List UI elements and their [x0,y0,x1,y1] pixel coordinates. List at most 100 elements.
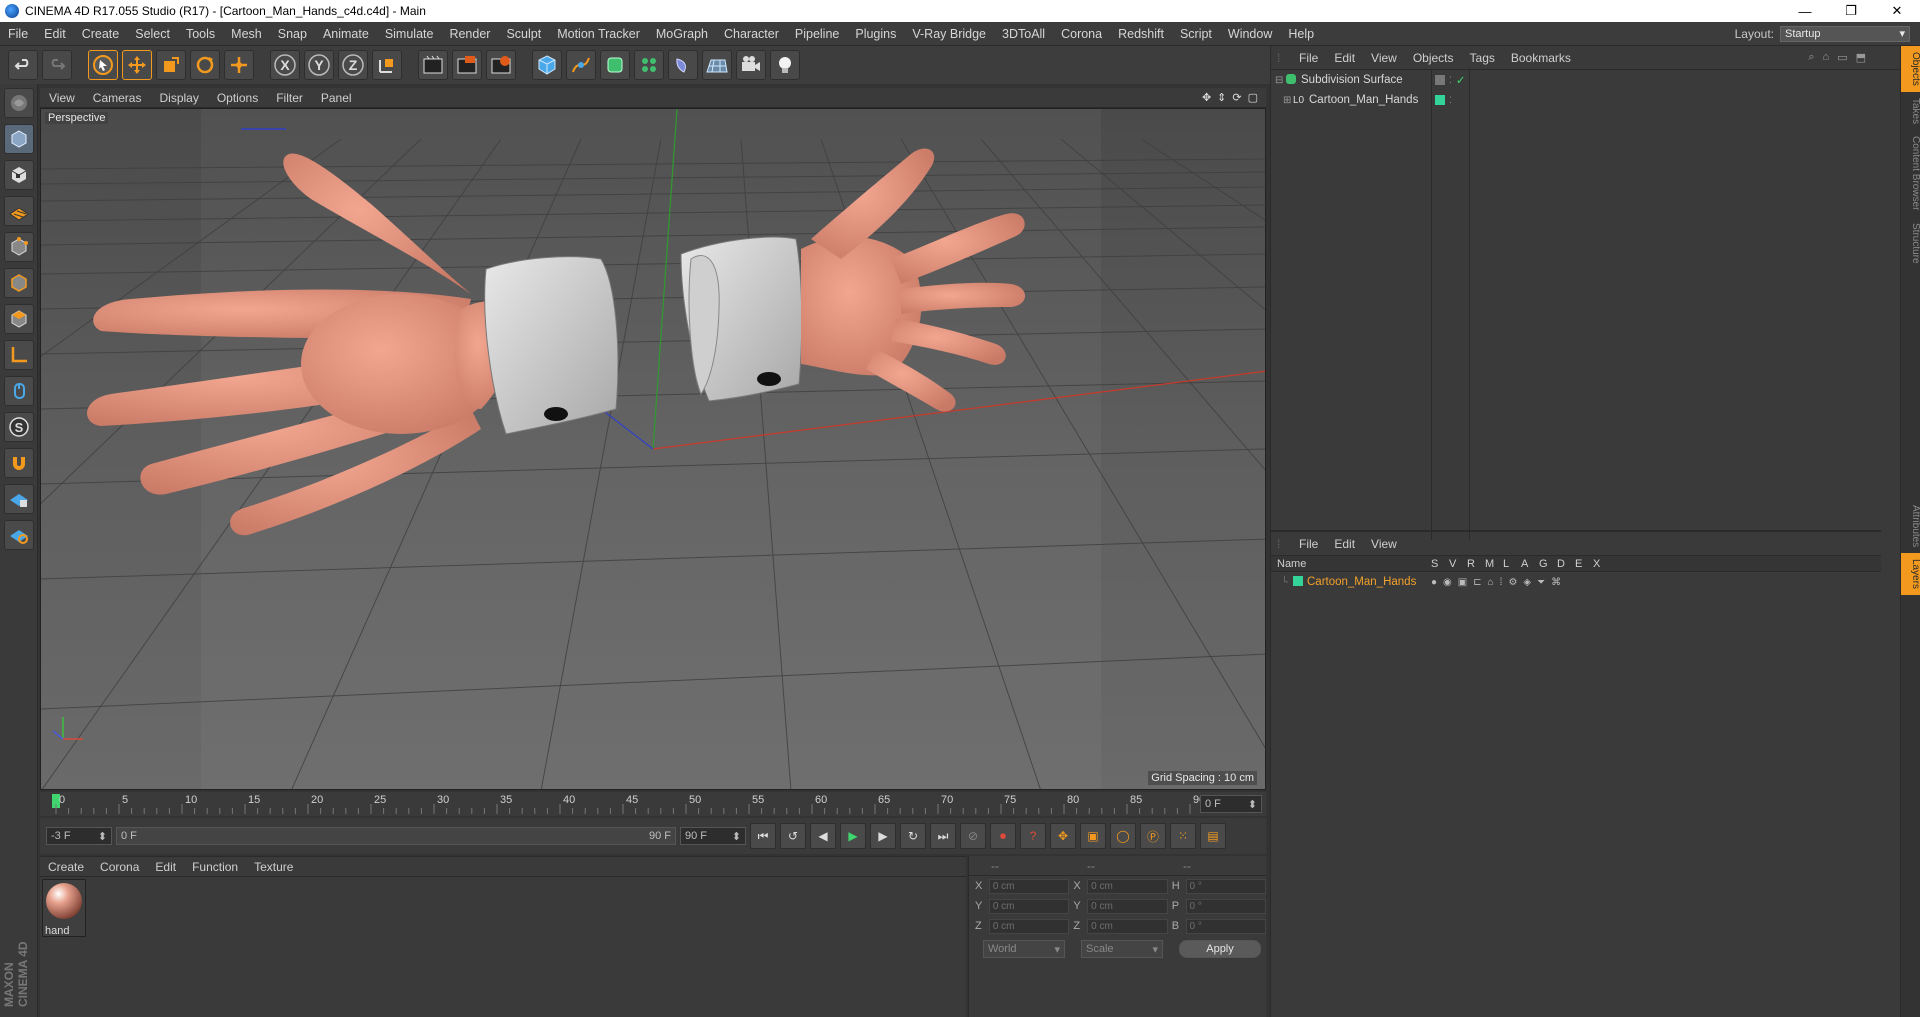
parameter-key-icon[interactable]: Ⓟ [1140,823,1166,849]
next-keyframe-icon[interactable]: ↻ [900,823,926,849]
deformer-icon[interactable] [668,50,698,80]
tweak-icon[interactable] [3,376,34,406]
viewport-menu-options[interactable]: Options [208,91,267,105]
material-swatch-hand[interactable]: hand [42,879,86,937]
camera-icon[interactable] [736,50,766,80]
menu-snap[interactable]: Snap [270,27,315,41]
close-button[interactable]: ✕ [1874,0,1920,22]
point-level-animation-icon[interactable]: ⁙ [1170,823,1196,849]
keyframe-selection-icon[interactable]: ? [1020,823,1046,849]
perspective-viewport[interactable]: Perspective Grid Spacing : 10 cm [40,108,1266,790]
coordinate-system-icon[interactable] [372,50,402,80]
position-z-field[interactable]: 0 cm [988,918,1070,934]
viewport-menu-cameras[interactable]: Cameras [84,91,151,105]
tab-content-browser[interactable]: Content Browser [1901,130,1920,216]
render-picture-viewer-icon[interactable] [452,50,482,80]
x-axis-icon[interactable]: X [270,50,300,80]
object-row-subdivision-surface[interactable]: ⊟ Subdivision Surface ⁚ ✓ [1271,70,1900,90]
objects-menu-edit[interactable]: Edit [1326,51,1363,65]
end-frame-field[interactable]: 90 F ⬍ [680,827,746,845]
visibility-dots-icon[interactable]: ⁚ [1449,75,1452,86]
next-frame-icon[interactable]: ▶ [870,823,896,849]
expressions-toggle-icon[interactable]: ⏷ [1537,577,1545,588]
menu-window[interactable]: Window [1220,27,1280,41]
redo-icon[interactable] [42,50,72,80]
render-toggle-icon[interactable]: ▣ [1458,577,1467,588]
objects-menu-objects[interactable]: Objects [1405,51,1462,65]
menu-render[interactable]: Render [441,27,498,41]
grid-layer-icon[interactable] [3,520,34,550]
rotation-b-field[interactable]: 0 ° [1185,918,1267,934]
go-to-end-icon[interactable]: ⏭ [930,823,956,849]
multi-tool-icon[interactable] [224,50,254,80]
menu-file[interactable]: File [0,27,36,41]
solo-icon[interactable]: S [3,412,34,442]
menu-help[interactable]: Help [1280,27,1322,41]
animation-toggle-icon[interactable]: ⁞ [1500,577,1503,588]
solo-toggle-icon[interactable]: ● [1431,577,1437,588]
polygons-mode-icon[interactable] [3,304,34,334]
size-y-field[interactable]: 0 cm [1087,898,1168,914]
rotation-h-field[interactable]: 0 ° [1185,878,1267,894]
layer-color-icon[interactable] [1435,75,1445,85]
play-icon[interactable]: ▶ [840,823,866,849]
rotate-view-icon[interactable]: ⟳ [1232,91,1241,104]
tab-objects[interactable]: Objects [1901,46,1920,92]
xref-toggle-icon[interactable]: ⌘ [1551,577,1561,588]
previous-keyframe-icon[interactable]: ↺ [780,823,806,849]
floor-icon[interactable] [702,50,732,80]
menu-plugins[interactable]: Plugins [847,27,904,41]
previous-frame-icon[interactable]: ◀ [810,823,836,849]
texture-mode-icon[interactable] [3,160,34,190]
menu-vray-bridge[interactable]: V-Ray Bridge [904,27,994,41]
snap-icon[interactable] [3,448,34,478]
menu-character[interactable]: Character [716,27,787,41]
viewport-menu-display[interactable]: Display [150,91,207,105]
rotation-key-icon[interactable]: ◯ [1110,823,1136,849]
tab-attributes[interactable]: Attributes [1901,499,1920,553]
material-menu-corona[interactable]: Corona [92,860,147,874]
size-mode-dropdown[interactable]: Scale ▾ [1081,940,1163,958]
view-toggle-icon[interactable]: ◉ [1443,577,1452,588]
rotation-p-field[interactable]: 0 ° [1185,898,1267,914]
pen-icon[interactable] [566,50,596,80]
timeline-window-icon[interactable]: ▤ [1200,823,1226,849]
deformers-toggle-icon[interactable]: ◈ [1523,577,1531,588]
make-editable-icon[interactable] [3,88,34,118]
object-row-cartoon-man-hands[interactable]: ⊞ L0 Cartoon_Man_Hands ⁚ [1271,90,1900,110]
layer-color-icon[interactable] [1435,95,1445,105]
rotate-icon[interactable] [190,50,220,80]
scale-icon[interactable] [156,50,186,80]
points-mode-icon[interactable] [3,232,34,262]
restore-button[interactable]: ❐ [1828,0,1874,22]
zoom-view-icon[interactable]: ⇕ [1217,91,1226,104]
manager-toggle-icon[interactable]: ⊏ [1473,577,1481,588]
axis-mode-icon[interactable] [3,340,34,370]
undo-icon[interactable] [8,50,38,80]
layers-menu-view[interactable]: View [1363,537,1405,551]
position-key-icon[interactable]: ✥ [1050,823,1076,849]
edges-mode-icon[interactable] [3,268,34,298]
search-icon[interactable]: ⌕ [1808,51,1814,64]
layout-dropdown[interactable]: Startup ▾ [1780,25,1910,42]
scale-key-icon[interactable]: ▣ [1080,823,1106,849]
move-icon[interactable] [122,50,152,80]
objects-menu-bookmarks[interactable]: Bookmarks [1503,51,1579,65]
material-menu-edit[interactable]: Edit [147,860,184,874]
apply-button[interactable]: Apply [1179,940,1261,958]
visibility-dots-icon[interactable]: ⁚ [1449,95,1452,106]
menu-script[interactable]: Script [1172,27,1220,41]
expand-icon[interactable]: ⬒ [1856,51,1866,64]
menu-mograph[interactable]: MoGraph [648,27,716,41]
cloner-icon[interactable] [634,50,664,80]
menu-simulate[interactable]: Simulate [377,27,442,41]
minimize-button[interactable]: — [1782,0,1828,22]
menu-pipeline[interactable]: Pipeline [787,27,847,41]
tab-layers[interactable]: Layers [1901,553,1920,596]
select-icon[interactable] [88,50,118,80]
frame-range-slider[interactable]: 0 F 90 F [116,827,676,845]
record-keys-icon[interactable]: ⊘ [960,823,986,849]
auto-keying-icon[interactable]: ⏺ [990,823,1016,849]
move-view-icon[interactable]: ✥ [1202,91,1211,104]
position-y-field[interactable]: 0 cm [988,898,1070,914]
